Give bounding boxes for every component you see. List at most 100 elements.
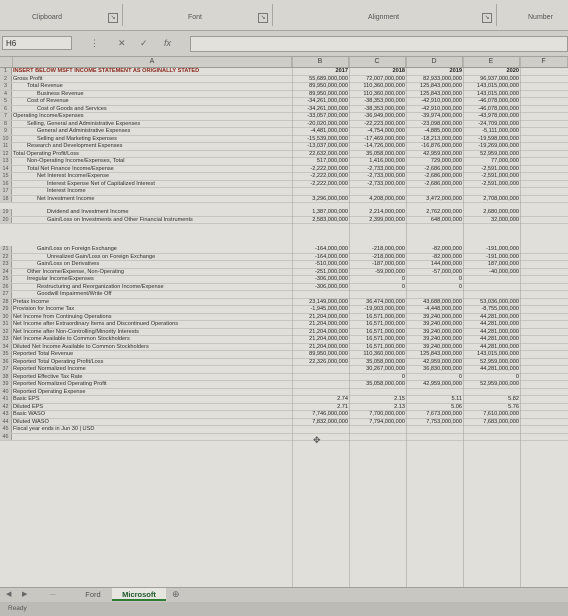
- cell-value[interactable]: -16,876,000,000: [406, 143, 462, 151]
- cell-value[interactable]: -510,000,000: [292, 261, 348, 269]
- row-header[interactable]: 1: [0, 68, 12, 75]
- cell-value[interactable]: -5,111,000,000: [463, 128, 519, 136]
- row-header[interactable]: 31: [0, 321, 12, 328]
- row-header[interactable]: 26: [0, 283, 12, 290]
- cell-label[interactable]: Irregular Income/Expenses: [13, 276, 285, 284]
- cell-value[interactable]: 89,950,000,000: [292, 91, 348, 99]
- column-header-b[interactable]: B: [292, 57, 349, 67]
- cell-value[interactable]: -42,910,000,000: [406, 98, 462, 106]
- cell-label[interactable]: Research and Development Expenses: [13, 143, 285, 151]
- cell-value[interactable]: -33,057,000,000: [292, 113, 348, 121]
- more-sheets-icon[interactable]: ...: [50, 590, 56, 597]
- cell-label[interactable]: Provision for Income Tax: [13, 306, 271, 314]
- cell-value[interactable]: 44,281,000,000: [463, 336, 519, 344]
- cell-value[interactable]: 7,753,000,000: [406, 419, 462, 427]
- cell-value[interactable]: 22,632,000,000: [292, 151, 348, 159]
- row-header[interactable]: 36: [0, 358, 12, 365]
- cell-value[interactable]: 16,571,000,000: [349, 314, 405, 322]
- cell-value[interactable]: 7,746,000,000: [292, 411, 348, 419]
- cell-value[interactable]: -187,000,000: [349, 261, 405, 269]
- cell-value[interactable]: 125,843,000,000: [406, 351, 462, 359]
- row-header[interactable]: 6: [0, 105, 12, 112]
- cell-value[interactable]: -2,591,000,000: [463, 181, 519, 189]
- cell-label[interactable]: Operating Income/Expenses: [13, 113, 271, 121]
- sheet-tab-microsoft[interactable]: Microsoft: [112, 588, 166, 601]
- row-header[interactable]: 27: [0, 291, 12, 298]
- row-header[interactable]: 8: [0, 120, 12, 127]
- cell-value[interactable]: 42,959,000,000: [406, 359, 462, 367]
- cell-value[interactable]: -59,000,000: [349, 269, 405, 277]
- column-header-e[interactable]: E: [463, 57, 520, 67]
- cell-value[interactable]: 96,937,000,000: [463, 76, 519, 84]
- cell-value[interactable]: -20,020,000,000: [292, 121, 348, 129]
- cell-value[interactable]: -43,978,000,000: [463, 113, 519, 121]
- cell-label[interactable]: Diluted WASO: [13, 419, 271, 427]
- cell-value[interactable]: 39,240,000,000: [406, 336, 462, 344]
- cell-value[interactable]: 16,571,000,000: [349, 329, 405, 337]
- cell-label[interactable]: Reported Total Operating Profit/Loss: [13, 359, 271, 367]
- row-header[interactable]: 2: [0, 75, 12, 82]
- row-header[interactable]: 10: [0, 135, 12, 142]
- cell-value[interactable]: 44,281,000,000: [463, 321, 519, 329]
- cell-value[interactable]: -22,223,000,000: [349, 121, 405, 129]
- cell-value[interactable]: 53,036,000,000: [463, 299, 519, 307]
- cell-value[interactable]: 39,240,000,000: [406, 314, 462, 322]
- cell-value[interactable]: -306,000,000: [292, 276, 348, 284]
- row-header[interactable]: 25: [0, 276, 12, 283]
- row-header[interactable]: 44: [0, 418, 12, 425]
- row-header[interactable]: 33: [0, 336, 12, 343]
- cell-value[interactable]: -4,448,000,000: [406, 306, 462, 314]
- cell-value[interactable]: 36,474,000,000: [349, 299, 405, 307]
- cell-label[interactable]: Reported Effective Tax Rate: [13, 374, 271, 382]
- cell-value[interactable]: 648,000,000: [406, 217, 462, 225]
- row-header[interactable]: 4: [0, 90, 12, 97]
- cell-value[interactable]: 89,950,000,000: [292, 351, 348, 359]
- cell-value[interactable]: -2,733,000,000: [349, 166, 405, 174]
- cell-label[interactable]: Cost of Goods and Services: [13, 106, 295, 114]
- cell-value[interactable]: -18,213,000,000: [406, 136, 462, 144]
- cell-value[interactable]: 2.15: [349, 396, 405, 404]
- cell-value[interactable]: 2,399,000,000: [349, 217, 405, 225]
- cell-label[interactable]: Interest Income: [13, 188, 305, 196]
- cell-value[interactable]: 7,832,000,000: [292, 419, 348, 427]
- cell-value[interactable]: 0: [349, 284, 405, 292]
- cell-value[interactable]: 144,000,000: [406, 261, 462, 269]
- row-header[interactable]: 13: [0, 158, 12, 165]
- row-header[interactable]: 42: [0, 403, 12, 410]
- row-header[interactable]: 45: [0, 426, 12, 433]
- cell-value[interactable]: 2,762,000,000: [406, 209, 462, 217]
- cell-value[interactable]: 2.13: [349, 404, 405, 412]
- cell-value[interactable]: -17,469,000,000: [349, 136, 405, 144]
- cell-label[interactable]: Total Operating Profit/Loss: [13, 151, 271, 159]
- cell-value[interactable]: 22,326,000,000: [292, 359, 348, 367]
- cell-label[interactable]: Gain/Loss on Derivatives: [13, 261, 295, 269]
- cell-value[interactable]: 42,959,000,000: [406, 151, 462, 159]
- cell-value[interactable]: -38,353,000,000: [349, 98, 405, 106]
- row-header[interactable]: 29: [0, 306, 12, 313]
- cell-value[interactable]: -46,078,000,000: [463, 106, 519, 114]
- cell-value[interactable]: -14,726,000,000: [349, 143, 405, 151]
- cell-value[interactable]: -46,078,000,000: [463, 98, 519, 106]
- cell-value[interactable]: 21,204,000,000: [292, 321, 348, 329]
- row-header[interactable]: 12: [0, 150, 12, 157]
- cell-label[interactable]: Pretax Income: [13, 299, 271, 307]
- cell-value[interactable]: -2,591,000,000: [463, 173, 519, 181]
- cell-label[interactable]: Other Income/Expense, Non-Operating: [13, 269, 285, 277]
- cell-label[interactable]: Reported Normalized Income: [13, 366, 271, 374]
- cell-value[interactable]: 32,000,000: [463, 217, 519, 225]
- cell-value[interactable]: -4,481,000,000: [292, 128, 348, 136]
- cell-value[interactable]: -2,686,000,000: [406, 166, 462, 174]
- cell-value[interactable]: -2,733,000,000: [349, 173, 405, 181]
- cell-value[interactable]: 39,240,000,000: [406, 321, 462, 329]
- alignment-launcher-icon[interactable]: ↘: [482, 13, 492, 23]
- cell-value[interactable]: 44,281,000,000: [463, 314, 519, 322]
- cell-value[interactable]: 2,680,000,000: [463, 209, 519, 217]
- cell-value[interactable]: -19,598,000,000: [463, 136, 519, 144]
- cell-label[interactable]: INSERT BELOW MSFT INCOME STATEMENT AS OR…: [13, 68, 271, 76]
- cell-value[interactable]: -39,974,000,000: [406, 113, 462, 121]
- clipboard-launcher-icon[interactable]: ↘: [108, 13, 118, 23]
- cell-value[interactable]: 35,058,000,000: [349, 359, 405, 367]
- cell-value[interactable]: 110,360,000,000: [349, 91, 405, 99]
- cell-value[interactable]: 5.82: [463, 396, 519, 404]
- cell-label[interactable]: Gain/Loss on Foreign Exchange: [13, 246, 295, 254]
